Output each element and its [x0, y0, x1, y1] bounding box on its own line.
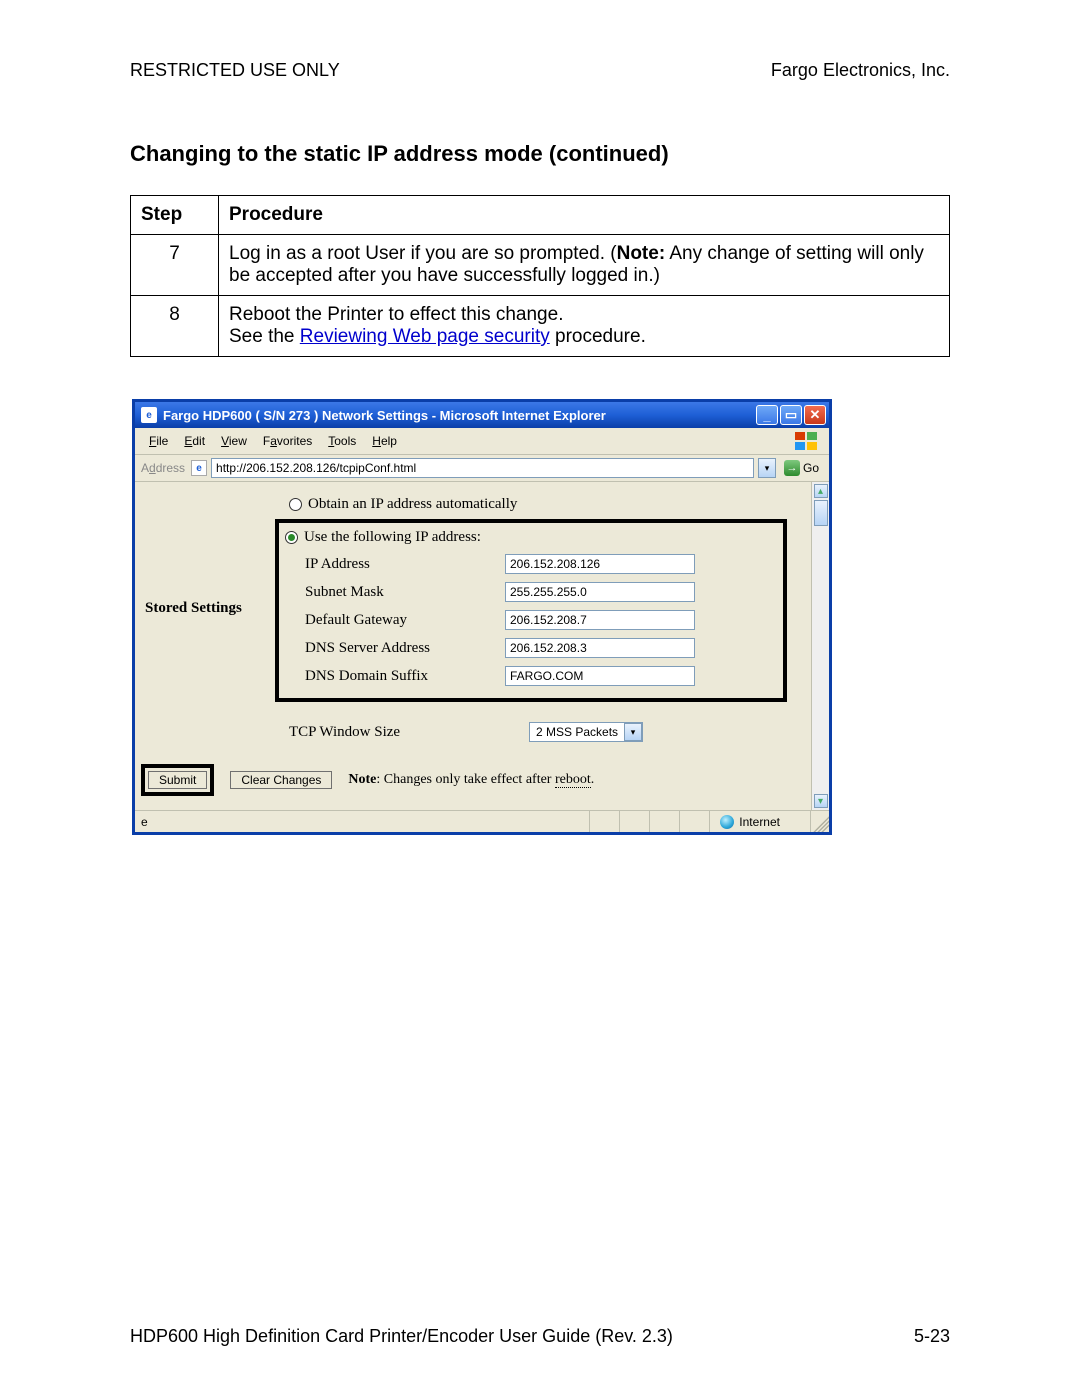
tcp-select[interactable]: 2 MSS Packets ▾: [529, 722, 643, 742]
page-header: RESTRICTED USE ONLY Fargo Electronics, I…: [130, 60, 950, 81]
address-bar: Address e ▾ → Go: [135, 455, 829, 482]
menu-tools[interactable]: Tools: [328, 434, 356, 448]
window-title: Fargo HDP600 ( S/N 273 ) Network Setting…: [163, 408, 606, 423]
security-link[interactable]: Reviewing Web page security: [300, 326, 550, 347]
stored-settings-label: Stored Settings: [135, 492, 275, 617]
url-dropdown-button[interactable]: ▾: [758, 458, 776, 478]
radio-auto-ip[interactable]: Obtain an IP address automatically: [275, 492, 787, 517]
ip-input[interactable]: [505, 554, 695, 574]
static-ip-highlight: Use the following IP address: IP Address…: [275, 519, 787, 702]
status-page-icon: e: [141, 815, 148, 829]
scroll-thumb[interactable]: [814, 500, 828, 526]
section-title: Changing to the static IP address mode (…: [130, 141, 950, 167]
footer-guide: HDP600 High Definition Card Printer/Enco…: [130, 1326, 673, 1347]
radio-static-ip[interactable]: Use the following IP address:: [285, 525, 777, 550]
suffix-label: DNS Domain Suffix: [305, 668, 505, 685]
reboot-note: Note: Changes only take effect after reb…: [348, 772, 594, 788]
url-input[interactable]: [211, 458, 754, 478]
gw-input[interactable]: [505, 610, 695, 630]
ie-icon: e: [141, 407, 157, 423]
menu-file[interactable]: File: [149, 434, 168, 448]
scroll-up-icon[interactable]: ▴: [814, 484, 828, 498]
scroll-down-icon[interactable]: ▾: [814, 794, 828, 808]
gw-label: Default Gateway: [305, 612, 505, 629]
address-label: Address: [141, 461, 185, 475]
col-step: Step: [131, 196, 219, 235]
close-button[interactable]: ✕: [804, 405, 826, 425]
step-text: Log in as a root User if you are so prom…: [219, 235, 950, 296]
ip-label: IP Address: [305, 556, 505, 573]
zone-label: Internet: [739, 815, 780, 829]
statusbar: e Internet: [135, 810, 829, 832]
menu-favorites[interactable]: Favorites: [263, 434, 312, 448]
footer-page: 5-23: [914, 1326, 950, 1347]
suffix-input[interactable]: [505, 666, 695, 686]
go-button[interactable]: → Go: [780, 458, 823, 478]
mask-input[interactable]: [505, 582, 695, 602]
clear-button[interactable]: Clear Changes: [230, 771, 332, 789]
tcp-label: TCP Window Size: [289, 724, 529, 741]
maximize-button[interactable]: ▭: [780, 405, 802, 425]
chevron-down-icon: ▾: [624, 723, 642, 741]
menu-help[interactable]: Help: [372, 434, 397, 448]
restricted-label: RESTRICTED USE ONLY: [130, 60, 340, 81]
dns-input[interactable]: [505, 638, 695, 658]
scrollbar[interactable]: ▴ ▾: [811, 482, 829, 810]
submit-button[interactable]: Submit: [148, 771, 207, 789]
windows-logo-icon: [795, 432, 819, 450]
minimize-button[interactable]: _: [756, 405, 778, 425]
table-row: 7 Log in as a root User if you are so pr…: [131, 235, 950, 296]
page-icon: e: [191, 460, 207, 476]
step-num: 7: [131, 235, 219, 296]
table-row: 8 Reboot the Printer to effect this chan…: [131, 296, 950, 357]
step-text: Reboot the Printer to effect this change…: [219, 296, 950, 357]
submit-highlight: Submit: [141, 764, 214, 796]
dns-label: DNS Server Address: [305, 640, 505, 657]
page-footer: HDP600 High Definition Card Printer/Enco…: [130, 1326, 950, 1347]
steps-table: Step Procedure 7 Log in as a root User i…: [130, 195, 950, 357]
company-label: Fargo Electronics, Inc.: [771, 60, 950, 81]
menu-edit[interactable]: Edit: [184, 434, 205, 448]
menubar: File Edit View Favorites Tools Help: [135, 428, 829, 455]
resize-grip-icon[interactable]: [811, 811, 829, 832]
go-arrow-icon: →: [784, 460, 800, 476]
browser-window: e Fargo HDP600 ( S/N 273 ) Network Setti…: [132, 399, 832, 835]
titlebar: e Fargo HDP600 ( S/N 273 ) Network Setti…: [135, 402, 829, 428]
col-procedure: Procedure: [219, 196, 950, 235]
radio-icon: [285, 531, 298, 544]
menu-view[interactable]: View: [221, 434, 247, 448]
internet-icon: [720, 815, 734, 829]
step-num: 8: [131, 296, 219, 357]
radio-icon: [289, 498, 302, 511]
mask-label: Subnet Mask: [305, 584, 505, 601]
